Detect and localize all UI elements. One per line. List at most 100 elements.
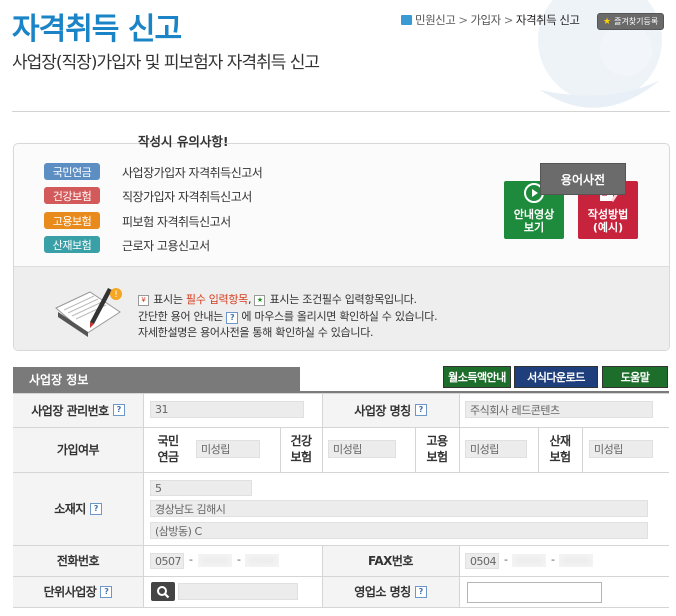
accident-status-field: 미성립 [589,440,653,458]
separator: - [504,553,508,566]
badge-national-pension: 국민연금 [44,163,100,180]
breadcrumb: 민원신고 > 가입자 > 자격취득 신고 [401,12,580,28]
table-rule [143,393,144,607]
employment-status-value: 미성립 [470,443,499,456]
monthly-income-button[interactable]: 월소득액안내 [443,366,511,388]
phone-middle-field [198,554,232,567]
phone-header: 전화번호 [56,554,100,568]
separator: - [189,553,193,566]
notepad-pen-icon: ! [55,288,122,337]
zipcode-value: 5 [155,481,162,495]
accident-status-value: 미성립 [594,443,623,456]
table-rule [459,545,460,607]
badge-label: 고용보험 [52,214,92,228]
pension-status-field: 미성립 [196,440,260,458]
table-rule [13,607,669,608]
help-question-icon[interactable]: ? [112,404,125,416]
notice-line-1: ¥ 표시는 필수 입력항목, ★ 표시는 조건필수 입력항목입니다. [138,291,417,307]
section-title: 사업장 정보 [13,367,300,391]
mgmt-no-label: 사업장 관리번호 [31,403,109,418]
help-button[interactable]: 도움말 [602,366,668,388]
required-text: 필수 입력항목 [185,293,248,306]
unit-workplace-label: 단위사업장 [43,585,97,599]
add-favorite-button[interactable]: ★ 즐겨찾기등록 [597,13,665,30]
star-icon: ★ [603,16,612,27]
badge-health-insurance: 건강보험 [44,187,100,204]
fax-middle-field [512,554,546,567]
add-favorite-label: 즐겨찾기등록 [614,17,659,26]
conditional-mark-icon: ★ [254,294,266,306]
form-link-health-insurance[interactable]: 직장가입자 자격취득신고서 [122,188,252,205]
fax-header: FAX번호 [368,554,413,568]
business-name-input[interactable] [467,582,602,603]
business-name-label: 영업소 명칭 [354,585,411,599]
phone-prefix-field: 0507 [150,553,184,569]
chevron-right-icon: > [503,13,514,27]
glossary-button[interactable]: 용어사전 [540,163,626,195]
address-line1-value: 경상남도 김해시 [155,502,226,516]
guide-video-label: 안내영상 보기 [513,208,555,234]
chevron-right-icon: > [458,13,468,27]
table-rule [459,393,460,427]
unit-workplace-header: 단위사업장? [13,576,143,607]
help-question-icon[interactable]: ? [100,585,113,598]
workplace-name-field: 주식회사 레드콘텐츠 [465,401,653,418]
health-status-field: 미성립 [328,440,396,458]
phone-last-field [245,554,279,567]
help-question-icon[interactable]: ? [414,585,427,598]
search-button[interactable] [151,582,175,601]
workplace-name-header: 사업장 명칭? [322,393,459,427]
phone-prefix-value: 0507 [155,554,182,568]
notice-title: 작성시 유의사항! [138,134,229,149]
fax-prefix-value: 0504 [470,554,497,568]
table-rule [582,427,583,472]
page-subtitle: 사업장(직장)가입자 및 피보험자 자격취득 신고 [12,53,320,73]
help-question-icon: ? [226,312,239,324]
fax-prefix-field: 0504 [465,553,499,569]
address-line2-value: (삼방동) C [155,524,202,538]
svg-text:!: ! [114,290,118,300]
notice-text: 에 마우스를 올리시면 확인하실 수 있습니다. [238,310,438,323]
page-title: 자격취득 신고 [12,12,182,47]
separator: - [551,553,555,566]
insurance-label-accident: 산재 보험 [549,434,571,464]
insurance-label-health: 건강 보험 [290,434,312,464]
table-rule [322,427,323,472]
badge-industrial-accident: 산재보험 [44,236,100,253]
form-link-national-pension[interactable]: 사업장가입자 자격취득신고서 [122,164,263,181]
search-icon [157,585,170,598]
breadcrumb-item[interactable]: 가입자 [470,12,501,28]
notice-line-2: 간단한 용어 안내는 ? 에 마우스를 올리시면 확인하실 수 있습니다. [138,308,438,324]
badge-label: 건강보험 [52,189,92,203]
address-label: 소재지 [54,502,86,516]
workplace-name-label: 사업장 명칭 [354,403,411,418]
mgmt-no-field: 31 [150,401,304,418]
badge-label: 국민연금 [52,165,92,179]
divider [12,111,670,112]
help-question-icon[interactable]: ? [89,502,102,515]
notice-text: 표시는 조건필수 입력항목입니다. [266,293,417,306]
health-status-value: 미성립 [333,443,362,456]
join-status-header: 가입여부 [56,443,100,457]
table-rule [459,427,460,472]
employment-status-field: 미성립 [465,440,527,458]
form-link-industrial-accident[interactable]: 근로자 고용신고서 [122,237,210,254]
writing-example-label: 작성방법 (예시) [587,208,629,234]
separator: - [237,553,241,566]
zipcode-field: 5 [150,480,252,496]
help-question-icon[interactable]: ? [414,404,427,416]
insurance-label-pension: 국민 연금 [157,434,179,464]
breadcrumb-current: 자격취득 신고 [515,13,580,27]
home-icon[interactable] [401,15,412,25]
unit-workplace-field [178,583,298,600]
pension-status-value: 미성립 [201,443,230,456]
insurance-label-employment: 고용 보험 [426,434,448,464]
notice-text: 표시는 [153,293,186,306]
form-download-button[interactable]: 서식다운로드 [514,366,598,388]
business-name-header: 영업소 명칭? [322,576,459,607]
address-line1-field: 경상남도 김해시 [150,500,648,517]
badge-label: 산재보험 [52,238,92,252]
badge-employment-insurance: 고용보험 [44,212,100,229]
breadcrumb-item[interactable]: 민원신고 [415,12,456,28]
form-link-employment-insurance[interactable]: 피보험 자격취득신고서 [122,213,231,230]
